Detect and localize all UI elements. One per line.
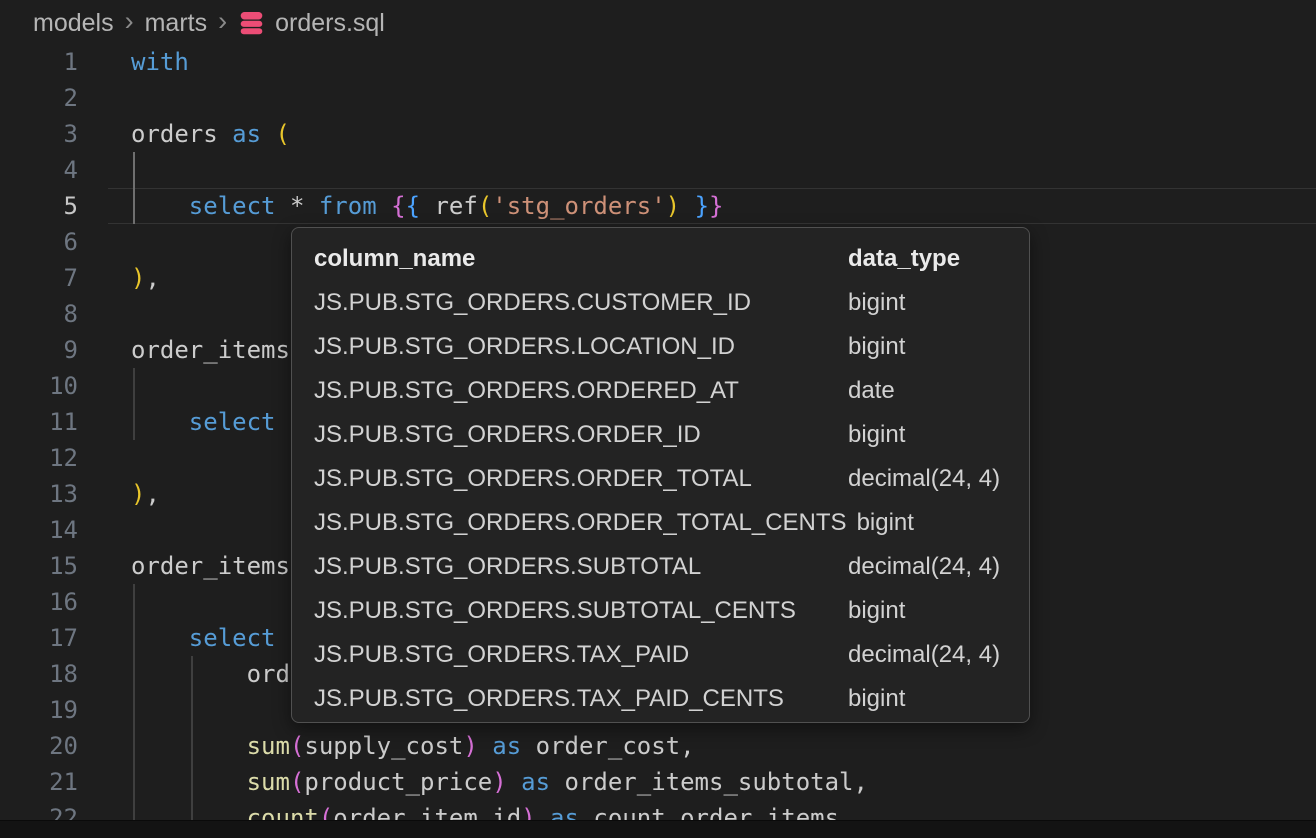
popup-cell-data-type: decimal(24, 4) xyxy=(848,633,1000,677)
line-number: 2 xyxy=(0,80,78,116)
line-number: 1 xyxy=(0,44,78,80)
code-line[interactable]: 21 sum(product_price) as order_items_sub… xyxy=(0,764,1316,800)
popup-cell-data-type: bigint xyxy=(848,677,905,721)
popup-cell-data-type: bigint xyxy=(848,589,905,633)
popup-cell-column-name: JS.PUB.STG_ORDERS.SUBTOTAL_CENTS xyxy=(314,589,848,633)
code-text: select xyxy=(131,404,276,440)
popup-row: JS.PUB.STG_ORDERS.CUSTOMER_IDbigint xyxy=(314,281,1007,325)
line-number: 3 xyxy=(0,116,78,152)
popup-cell-column-name: JS.PUB.STG_ORDERS.ORDER_TOTAL_CENTS xyxy=(314,501,857,545)
column-info-popup: column_name data_type JS.PUB.STG_ORDERS.… xyxy=(291,227,1030,723)
popup-cell-column-name: JS.PUB.STG_ORDERS.SUBTOTAL xyxy=(314,545,848,589)
popup-cell-column-name: JS.PUB.STG_ORDERS.LOCATION_ID xyxy=(314,325,848,369)
popup-row: JS.PUB.STG_ORDERS.ORDERED_ATdate xyxy=(314,369,1007,413)
line-number: 20 xyxy=(0,728,78,764)
code-line[interactable]: 5 select * from {{ ref('stg_orders') }} xyxy=(0,188,1316,224)
popup-row: JS.PUB.STG_ORDERS.SUBTOTALdecimal(24, 4) xyxy=(314,545,1007,589)
line-number: 5 xyxy=(0,188,78,224)
line-number: 8 xyxy=(0,296,78,332)
code-text: ), xyxy=(131,260,160,296)
line-number: 16 xyxy=(0,584,78,620)
popup-cell-column-name: JS.PUB.STG_ORDERS.ORDER_TOTAL xyxy=(314,457,848,501)
code-text: order_items xyxy=(131,548,290,584)
popup-row: JS.PUB.STG_ORDERS.ORDER_TOTALdecimal(24,… xyxy=(314,457,1007,501)
popup-row: JS.PUB.STG_ORDERS.TAX_PAID_CENTSbigint xyxy=(314,677,1007,721)
popup-cell-data-type: decimal(24, 4) xyxy=(848,545,1000,589)
popup-header-column-name: column_name xyxy=(314,237,848,281)
code-line[interactable]: 4 xyxy=(0,152,1316,188)
popup-cell-column-name: JS.PUB.STG_ORDERS.TAX_PAID xyxy=(314,633,848,677)
code-text: sum(supply_cost) as order_cost, xyxy=(131,728,695,764)
line-number: 6 xyxy=(0,224,78,260)
popup-header-data-type: data_type xyxy=(848,237,960,281)
popup-cell-data-type: decimal(24, 4) xyxy=(848,457,1000,501)
breadcrumb-item-file[interactable]: orders.sql xyxy=(275,9,385,38)
popup-cell-column-name: JS.PUB.STG_ORDERS.TAX_PAID_CENTS xyxy=(314,677,848,721)
popup-cell-column-name: JS.PUB.STG_ORDERS.ORDER_ID xyxy=(314,413,848,457)
popup-cell-data-type: bigint xyxy=(848,413,905,457)
line-number: 10 xyxy=(0,368,78,404)
popup-cell-column-name: JS.PUB.STG_ORDERS.CUSTOMER_ID xyxy=(314,281,848,325)
code-text: with xyxy=(131,44,189,80)
line-number: 18 xyxy=(0,656,78,692)
line-number: 4 xyxy=(0,152,78,188)
breadcrumb-item-marts[interactable]: marts xyxy=(145,9,208,38)
code-text: orders as ( xyxy=(131,116,290,152)
code-text: select xyxy=(131,620,276,656)
line-number: 9 xyxy=(0,332,78,368)
panel-divider xyxy=(0,820,1316,838)
line-number: 21 xyxy=(0,764,78,800)
line-number: 17 xyxy=(0,620,78,656)
popup-cell-data-type: bigint xyxy=(848,281,905,325)
code-line[interactable]: 20 sum(supply_cost) as order_cost, xyxy=(0,728,1316,764)
popup-row: JS.PUB.STG_ORDERS.ORDER_TOTAL_CENTSbigin… xyxy=(314,501,1007,545)
popup-header-row: column_name data_type xyxy=(314,237,1007,281)
code-line[interactable]: 1 with xyxy=(0,44,1316,80)
breadcrumb: models › marts › orders.sql xyxy=(33,0,385,46)
database-icon xyxy=(238,10,265,37)
popup-row: JS.PUB.STG_ORDERS.LOCATION_IDbigint xyxy=(314,325,1007,369)
popup-row: JS.PUB.STG_ORDERS.ORDER_IDbigint xyxy=(314,413,1007,457)
code-text: ), xyxy=(131,476,160,512)
popup-cell-data-type: bigint xyxy=(848,325,905,369)
chevron-right-icon: › xyxy=(125,6,134,37)
popup-cell-column-name: JS.PUB.STG_ORDERS.ORDERED_AT xyxy=(314,369,848,413)
editor-window: models › marts › orders.sql 1 with 23 order… xyxy=(0,0,1316,838)
line-number: 15 xyxy=(0,548,78,584)
line-number: 11 xyxy=(0,404,78,440)
line-number: 13 xyxy=(0,476,78,512)
line-number: 19 xyxy=(0,692,78,728)
popup-cell-data-type: date xyxy=(848,369,895,413)
chevron-right-icon: › xyxy=(218,6,227,37)
code-text: ord xyxy=(131,656,290,692)
breadcrumb-item-models[interactable]: models xyxy=(33,9,114,38)
popup-row: JS.PUB.STG_ORDERS.TAX_PAIDdecimal(24, 4) xyxy=(314,633,1007,677)
code-line[interactable]: 2 xyxy=(0,80,1316,116)
code-text: order_items xyxy=(131,332,290,368)
line-number: 12 xyxy=(0,440,78,476)
code-text: sum(product_price) as order_items_subtot… xyxy=(131,764,868,800)
popup-cell-data-type: bigint xyxy=(857,501,914,545)
line-number: 14 xyxy=(0,512,78,548)
code-line[interactable]: 3 orders as ( xyxy=(0,116,1316,152)
popup-row: JS.PUB.STG_ORDERS.SUBTOTAL_CENTSbigint xyxy=(314,589,1007,633)
line-number: 7 xyxy=(0,260,78,296)
code-text: select * from {{ ref('stg_orders') }} xyxy=(131,188,723,224)
